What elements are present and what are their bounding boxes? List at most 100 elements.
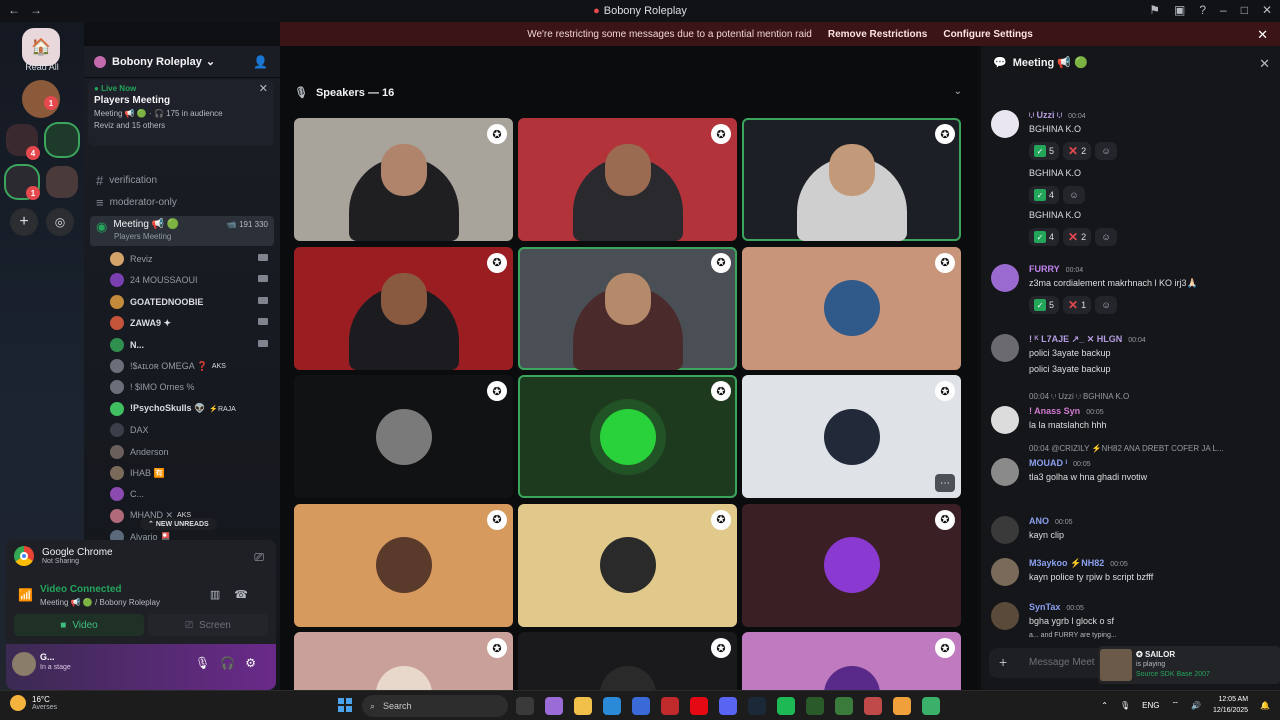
avatar[interactable] <box>991 264 1019 292</box>
reply-preview[interactable]: 00:04 ᵎ.ᵎ Uzzi ᵎ.ᵎ BGHINA K.O <box>1029 392 1129 401</box>
close-chat-icon[interactable]: ✕ <box>1259 56 1270 72</box>
app-icon[interactable] <box>661 697 679 715</box>
app-icon[interactable] <box>864 697 882 715</box>
speaker-tile[interactable]: ✪ <box>518 118 737 241</box>
add-reaction-icon[interactable]: ☺ <box>1095 142 1118 160</box>
voice-member[interactable]: DAX <box>110 421 268 439</box>
avatar[interactable] <box>991 602 1019 630</box>
message-author[interactable]: MOUAD ᴵ 00:05 <box>1029 458 1091 468</box>
chevron-down-icon[interactable]: ⌄ <box>954 86 962 97</box>
screen-share-source[interactable]: Google Chrome Not Sharing <box>14 546 113 566</box>
weather-widget[interactable]: 16°C Averses <box>10 695 57 711</box>
speaker-tile[interactable]: ✪ <box>518 503 737 627</box>
task-view-icon[interactable] <box>516 697 534 715</box>
guild-bobony[interactable] <box>46 124 78 156</box>
add-member-icon[interactable]: 👤 <box>253 55 268 69</box>
chat-message[interactable]: ᵎ.ᵎ Uzzi ᵎ.ᵎ 00:04 BGHINA K.O ✓ 5 ✕ 2 ☺ <box>991 110 1273 170</box>
add-server-icon[interactable]: + <box>10 208 38 236</box>
chrome-icon[interactable] <box>893 697 911 715</box>
signal-icon[interactable]: 📶 <box>18 588 33 602</box>
voice-member[interactable]: Reviz <box>110 250 268 268</box>
voice-status[interactable]: Video Connected <box>40 584 122 595</box>
configure-settings-button[interactable]: Configure Settings <box>943 29 1032 40</box>
speaker-tile[interactable]: ✪ <box>742 246 961 370</box>
language-indicator[interactable]: ENG <box>1142 701 1159 710</box>
xbox-icon[interactable] <box>806 697 824 715</box>
read-all-label[interactable]: Read All <box>0 62 84 72</box>
headphones-icon[interactable]: 🎧 <box>220 656 245 670</box>
steam-icon[interactable] <box>748 697 766 715</box>
clock[interactable]: 12:05 AM 12/16/2025 <box>1213 694 1248 716</box>
voice-member[interactable]: ! $IMO Ornes % <box>110 378 268 396</box>
file-explorer-icon[interactable] <box>574 697 592 715</box>
avatar[interactable] <box>991 516 1019 544</box>
voice-member[interactable]: ZAWA9 ✦ <box>110 314 268 332</box>
noise-suppression-icon[interactable]: ▥ <box>210 589 234 601</box>
speaker-tile[interactable]: ✪ <box>294 375 513 498</box>
avatar[interactable] <box>991 334 1019 362</box>
remove-restrictions-button[interactable]: Remove Restrictions <box>828 29 927 40</box>
voice-member[interactable]: Anderson <box>110 443 268 461</box>
chat-message[interactable]: 00:04 ᵎ.ᵎ Uzzi ᵎ.ᵎ BGHINA K.O ! Anass Syn… <box>991 392 1273 466</box>
voice-member[interactable]: IHAB 🈶 <box>110 464 268 482</box>
reaction[interactable]: ✕ 2 <box>1063 142 1092 160</box>
banner-close-icon[interactable]: ✕ <box>1257 27 1268 43</box>
speaker-tile[interactable]: ✪ <box>518 375 737 498</box>
chat-message[interactable]: ! ᴷ L7AJE ↗_ ✕ HLGN 00:04 polici 3ayate ba… <box>991 334 1273 394</box>
chat-message[interactable]: BGHINA K.O ✓ 4 ✕ 2 ☺ <box>991 210 1273 270</box>
speaker-tile[interactable]: ✪ <box>742 118 961 241</box>
windows-start-icon[interactable] <box>338 698 352 712</box>
voice-member[interactable]: C... <box>110 485 268 503</box>
close-window-button[interactable]: ✕ <box>1262 3 1272 17</box>
reaction[interactable]: ✓ 5 <box>1029 142 1060 160</box>
add-reaction-icon[interactable]: ☺ <box>1095 228 1118 246</box>
message-author[interactable]: ANO 00:05 <box>1029 516 1073 526</box>
notepad-icon[interactable] <box>922 697 940 715</box>
voice-member[interactable]: 24 MOUSSAOUI <box>110 271 268 289</box>
avatar[interactable] <box>12 652 36 676</box>
add-reaction-icon[interactable]: ☺ <box>1095 296 1118 314</box>
wifi-icon[interactable]: ⌔ <box>1171 700 1179 710</box>
avatar[interactable] <box>991 406 1019 434</box>
activity-toast[interactable]: ✪ SAILOR is playing Source SDK Base 2007 <box>1098 646 1280 684</box>
edge-icon[interactable] <box>603 697 621 715</box>
voice-member[interactable]: !$ᴀɪʟᴏʀ OMEGA ❓ AKS <box>110 357 268 375</box>
maximize-button[interactable]: □ <box>1241 3 1248 17</box>
message-author[interactable]: M3aykoo ⚡NH82 00:05 <box>1029 558 1128 569</box>
share-screen-icon[interactable]: ⎚ <box>254 550 264 565</box>
discover-icon[interactable]: ◎ <box>46 208 74 236</box>
minimize-button[interactable]: – <box>1220 3 1227 17</box>
netflix-icon[interactable] <box>690 697 708 715</box>
discord-icon[interactable] <box>719 697 737 715</box>
speaker-tile[interactable]: ✪ <box>294 246 513 370</box>
help-icon[interactable]: ? <box>1199 3 1206 17</box>
chevron-up-icon[interactable]: ⌃ <box>1101 701 1108 710</box>
message-author[interactable]: ᵎ.ᵎ Uzzi ᵎ.ᵎ 00:04 <box>1029 110 1086 120</box>
self-username[interactable]: G... <box>40 652 55 662</box>
message-author[interactable]: FURRY 00:04 <box>1029 264 1083 274</box>
video-button[interactable]: ■ Video <box>14 614 144 636</box>
reaction[interactable]: ✓ 4 <box>1029 228 1060 246</box>
speaker-tile[interactable]: ✪ <box>742 503 961 627</box>
channel-verification[interactable]: # verification <box>90 170 274 190</box>
notification-bell-icon[interactable]: 🔔 <box>1260 701 1270 710</box>
guild-folder[interactable] <box>46 166 78 198</box>
speaker-tile[interactable]: ✪ <box>294 118 513 241</box>
message-author[interactable]: ! Anass Syn 00:05 <box>1029 406 1104 416</box>
microphone-icon[interactable]: 🎙 <box>195 656 220 670</box>
voice-member[interactable]: !PsychoSkulls 👽 ⚡RAJA <box>110 400 268 418</box>
reaction[interactable]: ✓ 4 <box>1029 186 1060 204</box>
avatar[interactable] <box>991 558 1019 586</box>
spotify-icon[interactable] <box>777 697 795 715</box>
volume-icon[interactable]: 🔊 <box>1191 701 1201 710</box>
message-input[interactable]: Message Meet <box>1029 657 1095 668</box>
speaker-tile[interactable]: ✪ <box>518 246 737 370</box>
speaker-tile[interactable]: ✪ ⋯ <box>742 375 961 498</box>
reply-preview[interactable]: 00:04 @CRIZILY ⚡NH82 ANA DREBT COFER JA … <box>1029 444 1224 453</box>
more-options-icon[interactable]: ⋯ <box>935 474 955 492</box>
taskbar-search[interactable]: ⌕ Search <box>362 695 508 717</box>
gear-icon[interactable]: ⚙ <box>245 656 266 670</box>
add-reaction-icon[interactable]: ☺ <box>1063 186 1086 204</box>
live-now-card[interactable]: ● Live Now Players Meeting Meeting 📢 🟢 ·… <box>88 80 274 146</box>
message-author[interactable]: SynTax 00:05 <box>1029 602 1084 612</box>
